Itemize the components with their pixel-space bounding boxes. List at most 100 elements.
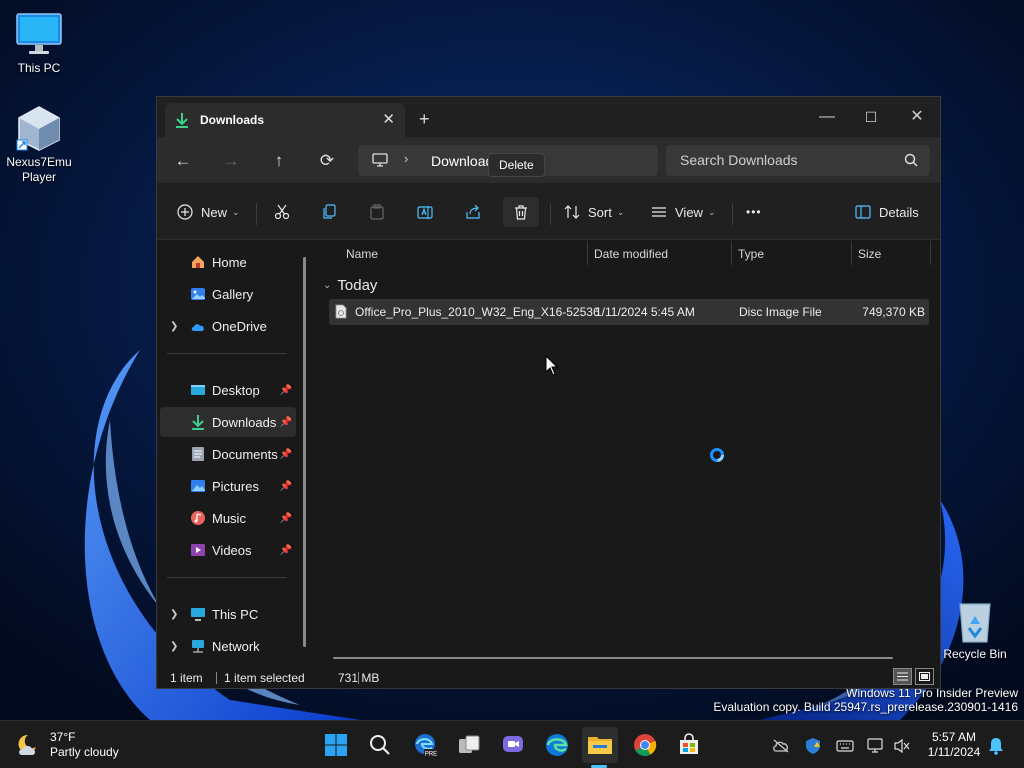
sidebar-item-label: Desktop [212,382,260,398]
tiles-view-button[interactable] [915,668,934,685]
horizontal-scrollbar[interactable] [333,657,893,659]
column-divider[interactable] [587,241,588,265]
column-name[interactable]: Name [346,247,378,261]
pin-icon[interactable]: 📌 [280,545,292,556]
sidebar-item-onedrive[interactable]: ❯ OneDrive [160,311,296,341]
desktop-icon-recycle-bin[interactable]: Recycle Bin [936,596,1014,662]
desktop-icon-nexus7emu-player[interactable]: Nexus7Emu Player [0,104,78,185]
details-pane-button[interactable]: Details [855,197,919,227]
sidebar-item-desktop[interactable]: Desktop 📌 [160,375,296,405]
volume-tray-icon[interactable] [892,736,912,756]
column-type[interactable]: Type [738,247,764,261]
minimize-button[interactable]: — [805,103,849,131]
refresh-button[interactable]: ⟳ [312,147,342,175]
file-date: 1/11/2024 5:45 AM [595,305,695,319]
column-divider[interactable] [930,241,931,265]
search-input[interactable] [680,152,890,168]
tab-downloads[interactable]: Downloads ✕ [165,103,405,137]
new-button[interactable]: New ⌄ [177,197,240,227]
column-date-modified[interactable]: Date modified [594,247,668,261]
onedrive-tray-icon[interactable] [771,736,791,756]
details-view-button[interactable] [893,668,912,685]
weather-description: Partly cloudy [50,745,119,759]
search-box[interactable] [666,145,930,176]
close-window-button[interactable]: ✕ [895,103,939,131]
teams-chat-button[interactable] [495,727,531,763]
sidebar-item-home[interactable]: Home [160,247,296,277]
view-button[interactable]: View ⌄ [651,197,716,227]
sidebar-item-this-pc[interactable]: ❯ This PC [160,599,296,629]
new-label: New [201,204,228,220]
details-label: Details [879,204,919,220]
share-button[interactable] [458,197,488,227]
sidebar-item-videos[interactable]: Videos 📌 [160,535,296,565]
chrome-taskbar-button[interactable] [627,727,663,763]
chevron-right-icon[interactable]: ❯ [170,641,178,652]
weather-widget[interactable]: 37°F Partly cloudy [14,730,119,760]
sidebar-item-music[interactable]: Music 📌 [160,503,296,533]
sidebar-item-downloads[interactable]: Downloads 📌 [160,407,296,437]
cloud-off-icon [773,739,789,753]
notifications-button[interactable] [986,736,1006,756]
details-pane-icon [855,205,871,219]
edge-taskbar-button[interactable] [539,727,575,763]
file-explorer-taskbar-button[interactable] [582,727,618,763]
up-button[interactable]: ↑ [264,147,294,175]
sidebar-item-label: Pictures [212,478,259,494]
delete-button[interactable] [503,197,539,227]
pin-icon[interactable]: 📌 [280,417,292,428]
pin-icon[interactable]: 📌 [280,385,292,396]
back-button[interactable]: ← [168,147,198,175]
chevron-right-icon: › [404,151,409,166]
paste-button[interactable] [362,197,392,227]
search-taskbar-button[interactable] [362,727,398,763]
sidebar-item-pictures[interactable]: Pictures 📌 [160,471,296,501]
weather-temperature: 37°F [50,730,76,744]
pin-icon[interactable]: 📌 [280,513,292,524]
desktop-icon-this-pc[interactable]: This PC [0,10,78,76]
column-headers: Name Date modified Type Size [315,241,940,265]
sidebar-divider [167,577,287,578]
cut-button[interactable] [267,197,297,227]
sidebar-item-documents[interactable]: Documents 📌 [160,439,296,469]
search-icon [370,735,390,755]
defender-tray-icon[interactable] [803,736,823,756]
rename-icon [417,206,433,219]
videos-icon [191,544,205,556]
store-taskbar-button[interactable] [671,727,707,763]
pin-icon[interactable]: 📌 [280,449,292,460]
keyboard-tray-icon[interactable] [835,736,855,756]
chevron-right-icon[interactable]: ❯ [170,321,178,332]
rename-button[interactable] [410,197,440,227]
column-divider[interactable] [731,241,732,265]
file-type: Disc Image File [739,305,822,319]
edge-beta-icon: PRE [415,734,438,758]
sidebar-scrollbar[interactable] [303,257,306,647]
table-row[interactable]: Office_Pro_Plus_2010_W32_Eng_X16-52536 1… [329,299,929,325]
copy-button[interactable] [314,197,344,227]
sidebar-item-label: Network [212,638,260,654]
task-view-button[interactable] [451,727,487,763]
new-tab-button[interactable]: + [419,109,430,130]
sidebar-item-gallery[interactable]: Gallery [160,279,296,309]
network-tray-icon[interactable] [866,736,886,756]
sort-button[interactable]: Sort ⌄ [564,197,624,227]
edge-beta-taskbar-button[interactable]: PRE [407,727,443,763]
close-tab-icon[interactable]: ✕ [382,110,395,128]
sidebar-item-network[interactable]: ❯ Network [160,631,296,661]
chevron-right-icon[interactable]: ❯ [170,609,178,620]
monitor-icon [372,153,388,170]
start-button[interactable] [318,727,354,763]
group-header-today[interactable]: ⌄ Today [323,277,377,294]
forward-button[interactable]: → [216,147,246,175]
title-bar[interactable]: Downloads ✕ + — ☐ ✕ [157,97,940,137]
maximize-button[interactable]: ☐ [849,103,893,131]
pin-icon[interactable]: 📌 [280,481,292,492]
status-bar: 1 item 1 item selected 731 MB [157,663,940,688]
more-options-button[interactable]: ••• [746,197,762,227]
chevron-down-icon: ⌄ [232,206,240,217]
details-view-icon [897,672,908,681]
column-size[interactable]: Size [858,247,881,261]
system-clock[interactable]: 5:57 AM 1/11/2024 [920,730,988,760]
column-divider[interactable] [851,241,852,265]
